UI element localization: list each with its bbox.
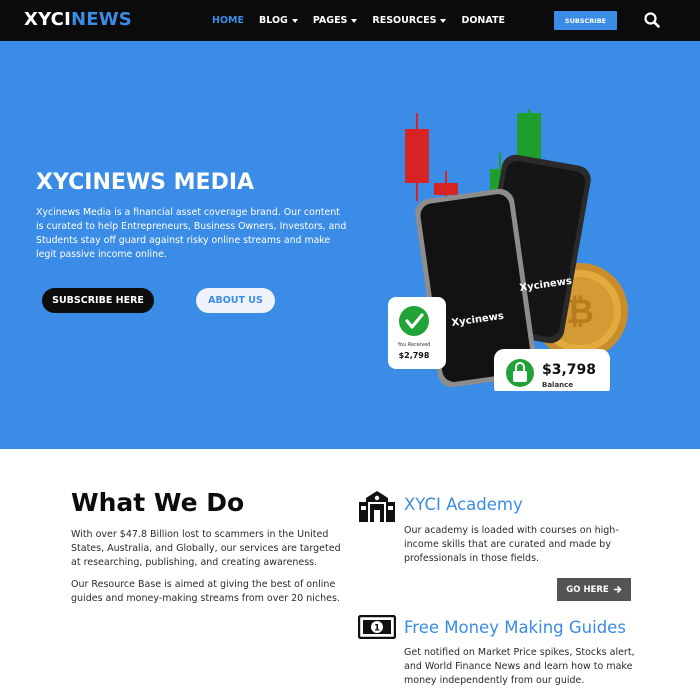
nav-donate[interactable]: DONATE [461,15,505,26]
subscribe-here-button[interactable]: SUBSCRIBE HERE [42,288,154,313]
hero-description: Xycinews Media is a financial asset cove… [36,207,347,260]
balance-card: $3,798 Balance [494,349,610,391]
what-we-do-paragraph-1: With over $47.8 Billion lost to scammers… [71,529,341,568]
academy-title[interactable]: XYCI Academy [404,495,523,514]
nav-home-label: HOME [212,15,244,26]
svg-text:₿: ₿ [566,292,594,332]
search-icon[interactable] [643,11,661,29]
nav-pages-label: PAGES [312,15,348,26]
site-logo[interactable]: XYCINEWS [24,9,132,30]
go-here-button[interactable]: GO HERE [557,578,631,601]
hero-illustration: ₿ Xycinews Xycinews You Received $2,798 [388,109,628,391]
hero-title: XYCINEWS MEDIA [36,170,255,195]
about-us-button[interactable]: ABOUT US [196,288,275,313]
site-header: XYCINEWS HOME BLOG PAGES RESOURCES DONAT… [0,0,700,41]
nav-resources-label: RESOURCES [372,15,437,26]
received-label: You Received [397,342,431,348]
academy-description: Our academy is loaded with courses on hi… [404,525,619,564]
lock-icon [513,371,527,382]
nav-donate-label: DONATE [461,15,505,26]
hero-section: XYCINEWS MEDIA Xycinews Media is a finan… [0,41,700,449]
chevron-down-icon [440,18,447,23]
balance-amount: $3,798 [542,362,596,378]
logo-part-1: XYCI [24,9,71,30]
nav-pages[interactable]: PAGES [313,15,358,26]
received-amount: $2,798 [399,351,430,360]
academy-building-icon [359,491,395,522]
header-subscribe-button[interactable]: SUBSCRIBE [554,11,617,30]
nav-blog[interactable]: BLOG [259,15,298,26]
go-here-label: GO HERE [566,584,609,595]
nav-blog-label: BLOG [258,15,288,26]
main-nav: HOME BLOG PAGES RESOURCES DONATE [212,0,520,41]
balance-label: Balance [542,381,573,389]
money-guides-title[interactable]: Free Money Making Guides [404,618,626,637]
nav-home[interactable]: HOME [212,15,244,26]
chevron-down-icon [351,18,358,23]
nav-resources[interactable]: RESOURCES [372,15,447,26]
received-card: You Received $2,798 [388,297,446,369]
arrow-right-icon [613,585,622,594]
money-bill-icon: 1 [358,615,396,639]
what-we-do-title: What We Do [71,488,245,517]
chevron-down-icon [291,18,298,23]
logo-part-2: NEWS [70,9,132,30]
what-we-do-paragraph-2: Our Resource Base is aimed at giving the… [71,579,340,604]
money-guides-description: Get notified on Market Price spikes, Sto… [404,647,635,686]
svg-text:1: 1 [374,624,380,634]
